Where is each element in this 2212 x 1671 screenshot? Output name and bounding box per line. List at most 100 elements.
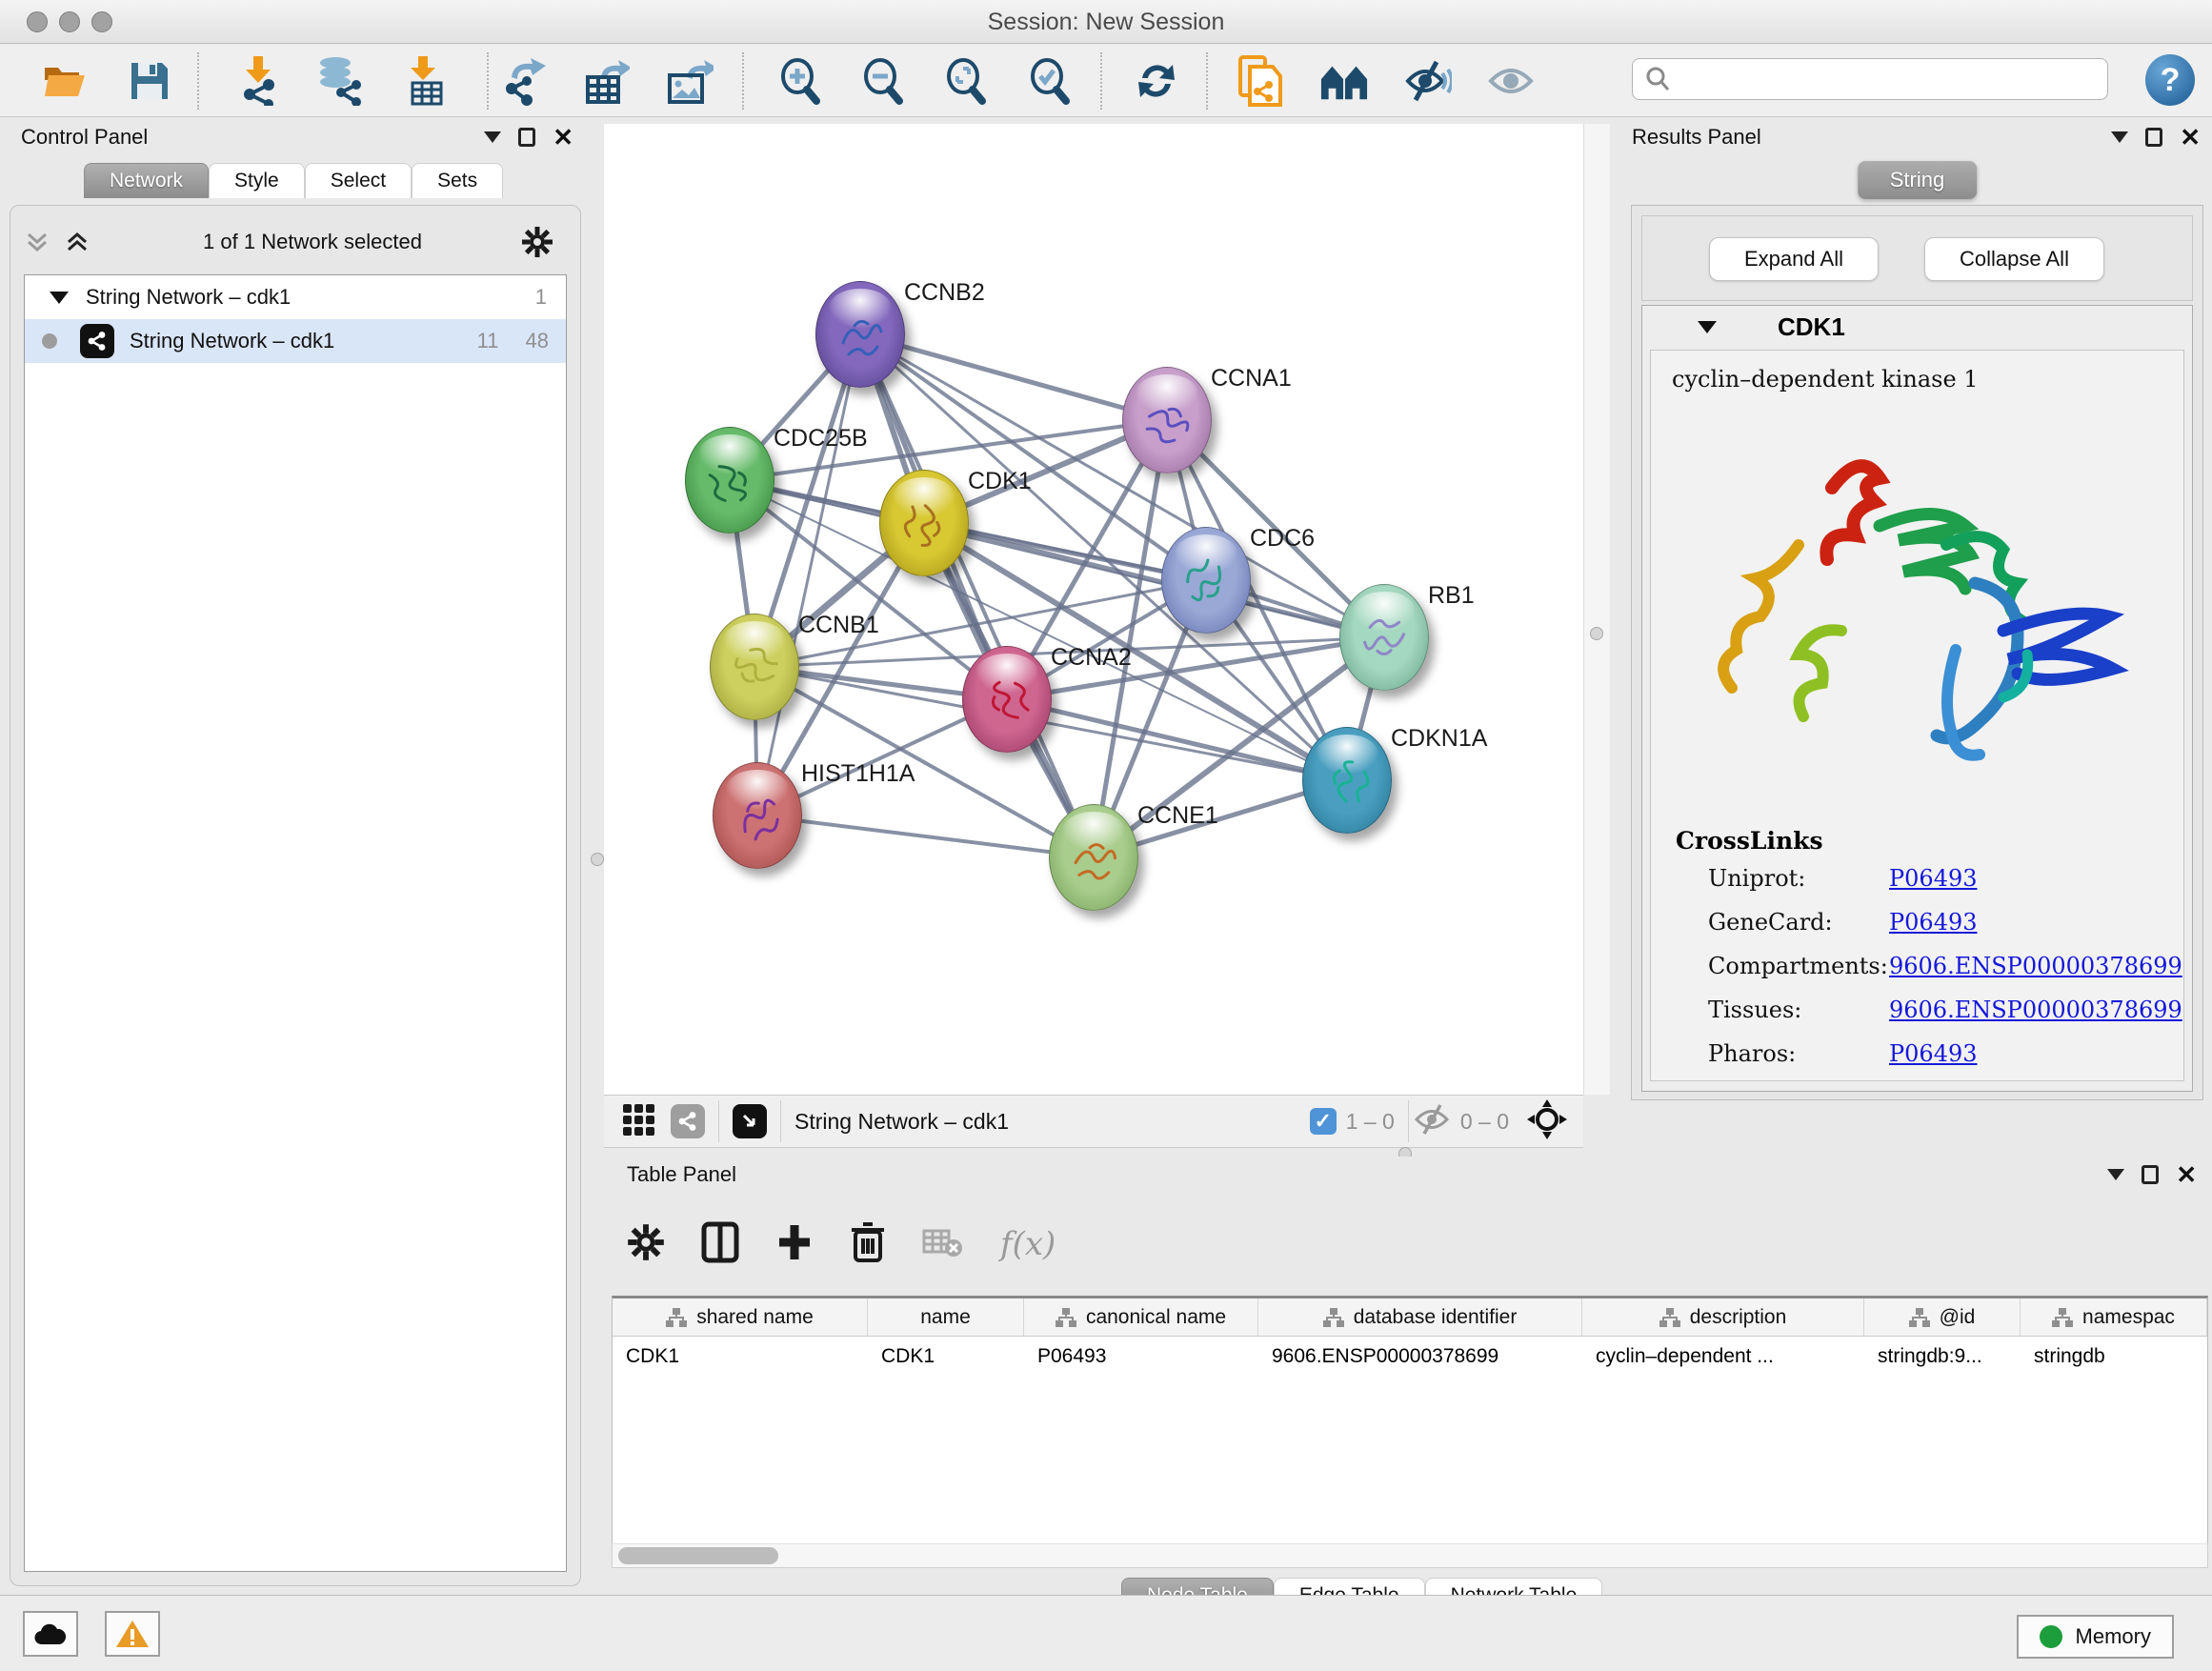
column-header-shared-name[interactable]: shared name xyxy=(613,1299,868,1336)
left-splitter[interactable] xyxy=(591,117,604,1592)
network-row[interactable]: String Network – cdk1 11 48 xyxy=(25,319,566,363)
node-label-hist1h1a: HIST1H1A xyxy=(801,760,915,788)
string-network-icon xyxy=(80,324,114,358)
string-view-icon[interactable] xyxy=(671,1104,705,1138)
scrollbar-thumb[interactable] xyxy=(618,1547,778,1564)
table-row[interactable]: CDK1CDK1P064939606.ENSP00000378699cyclin… xyxy=(613,1337,2207,1377)
node-label-ccnb2: CCNB2 xyxy=(904,279,985,307)
close-panel-icon[interactable]: ✕ xyxy=(553,128,573,147)
zoom-selected-icon[interactable] xyxy=(1025,56,1075,106)
add-column-icon[interactable] xyxy=(775,1221,814,1268)
table-cell[interactable]: P06493 xyxy=(1024,1345,1258,1368)
network-node-cdc6[interactable] xyxy=(1161,527,1251,634)
expand-all-networks-icon[interactable] xyxy=(64,229,90,255)
column-header-database-identifier[interactable]: database identifier xyxy=(1258,1299,1582,1336)
uniprot-link[interactable]: P06493 xyxy=(1889,865,1978,892)
search-icon xyxy=(1644,65,1673,93)
hide-selected-icon[interactable] xyxy=(1403,56,1453,106)
export-table-icon[interactable] xyxy=(582,56,632,106)
expand-all-button[interactable]: Expand All xyxy=(1709,237,1879,281)
collapse-panel-icon[interactable] xyxy=(484,131,501,143)
zoom-in-icon[interactable] xyxy=(775,56,825,106)
column-header--id[interactable]: @id xyxy=(1864,1299,2021,1336)
network-node-cdc25b[interactable] xyxy=(685,427,774,534)
tab-style[interactable]: Style xyxy=(209,163,305,198)
table-cell[interactable]: stringdb xyxy=(2021,1345,2207,1368)
collection-disclosure-icon[interactable] xyxy=(50,292,69,304)
network-node-ccna2[interactable] xyxy=(962,646,1052,753)
genecard-link[interactable]: P06493 xyxy=(1889,909,1978,936)
import-network-database-icon[interactable] xyxy=(313,56,363,106)
column-header-name[interactable]: name xyxy=(868,1299,1024,1336)
tab-string-results[interactable]: String xyxy=(1858,161,1977,199)
network-node-cdkn1a[interactable] xyxy=(1302,727,1392,834)
search-input[interactable] xyxy=(1680,61,2107,97)
network-view-title: String Network – cdk1 xyxy=(794,1109,1009,1135)
collapse-all-networks-icon[interactable] xyxy=(24,229,50,255)
hidden-eye-icon[interactable] xyxy=(1413,1103,1451,1140)
fit-content-crosshair-icon[interactable] xyxy=(1526,1098,1568,1145)
gene-disclosure-icon[interactable] xyxy=(1698,321,1717,333)
help-icon[interactable]: ? xyxy=(2145,54,2195,106)
pharos-link[interactable]: P06493 xyxy=(1889,1040,1978,1067)
table-cell[interactable]: stringdb:9... xyxy=(1864,1345,2021,1368)
open-in-new-window-icon[interactable] xyxy=(733,1104,767,1138)
network-canvas[interactable]: CCNB2CCNA1CDC25BCDK1CDC6RB1CCNB1CCNA2CDK… xyxy=(604,124,1583,1095)
birdseye-grid-icon[interactable] xyxy=(621,1102,655,1141)
collapse-all-button[interactable]: Collapse All xyxy=(1924,237,2104,281)
clone-network-icon[interactable] xyxy=(1235,56,1284,106)
close-results-icon[interactable]: ✕ xyxy=(2180,128,2201,147)
float-results-icon[interactable] xyxy=(2145,128,2162,147)
table-cell[interactable]: cyclin–dependent ... xyxy=(1582,1345,1864,1368)
memory-button[interactable]: Memory xyxy=(2017,1615,2174,1659)
gene-entry-header[interactable]: CDK1 xyxy=(1642,306,2192,348)
crosslink-row: Pharos: P06493 xyxy=(1708,1040,1796,1067)
delete-column-trash-icon[interactable] xyxy=(850,1220,886,1269)
export-image-icon[interactable] xyxy=(665,56,714,106)
network-node-ccnb1[interactable] xyxy=(710,614,799,720)
float-table-icon[interactable] xyxy=(2142,1165,2159,1184)
collapse-table-icon[interactable] xyxy=(2107,1169,2124,1180)
compartments-link[interactable]: 9606.ENSP00000378699 xyxy=(1889,953,2182,979)
tab-select[interactable]: Select xyxy=(305,163,412,198)
cloud-status-button[interactable] xyxy=(23,1611,78,1657)
tissues-link[interactable]: 9606.ENSP00000378699 xyxy=(1889,997,2182,1023)
table-cell[interactable]: CDK1 xyxy=(868,1345,1024,1368)
selected-nodes-checkbox-icon[interactable]: ✓ xyxy=(1310,1108,1337,1135)
column-header-namespac[interactable]: namespac xyxy=(2021,1299,2207,1336)
save-session-icon[interactable] xyxy=(125,56,174,106)
network-node-hist1h1a[interactable] xyxy=(713,762,802,869)
right-splitter[interactable] xyxy=(1583,124,1610,1095)
import-table-file-icon[interactable] xyxy=(401,56,451,106)
tab-sets[interactable]: Sets xyxy=(412,163,503,198)
protein-structure-image xyxy=(1689,412,2146,812)
table-cell[interactable]: CDK1 xyxy=(613,1345,868,1368)
import-network-file-icon[interactable] xyxy=(233,56,283,106)
network-node-rb1[interactable] xyxy=(1339,584,1429,691)
network-collection-row[interactable]: String Network – cdk1 1 xyxy=(25,275,566,319)
column-header-canonical-name[interactable]: canonical name xyxy=(1024,1299,1258,1336)
tab-network[interactable]: Network xyxy=(84,163,209,198)
first-neighbors-icon[interactable] xyxy=(1319,56,1369,106)
network-node-ccna1[interactable] xyxy=(1122,367,1212,473)
float-panel-icon[interactable] xyxy=(518,128,535,147)
network-options-gear-icon[interactable] xyxy=(521,226,553,258)
export-network-icon[interactable] xyxy=(500,56,550,106)
refresh-icon[interactable] xyxy=(1132,56,1181,106)
network-label: String Network – cdk1 xyxy=(130,329,334,353)
network-node-ccnb2[interactable] xyxy=(815,281,905,388)
collapse-results-icon[interactable] xyxy=(2111,131,2128,143)
close-table-icon[interactable]: ✕ xyxy=(2176,1165,2197,1184)
table-options-gear-icon[interactable] xyxy=(627,1223,665,1266)
show-all-icon[interactable] xyxy=(1486,56,1536,106)
table-horizontal-scrollbar[interactable] xyxy=(612,1543,2208,1568)
warnings-button[interactable] xyxy=(105,1611,160,1657)
zoom-fit-icon[interactable] xyxy=(941,56,991,106)
show-columns-icon[interactable] xyxy=(701,1221,739,1268)
zoom-out-icon[interactable] xyxy=(858,56,908,106)
open-session-icon[interactable] xyxy=(40,56,90,106)
network-node-cdk1[interactable] xyxy=(879,470,969,576)
table-cell[interactable]: 9606.ENSP00000378699 xyxy=(1258,1345,1582,1368)
network-node-ccne1[interactable] xyxy=(1049,804,1138,911)
column-header-description[interactable]: description xyxy=(1582,1299,1864,1336)
